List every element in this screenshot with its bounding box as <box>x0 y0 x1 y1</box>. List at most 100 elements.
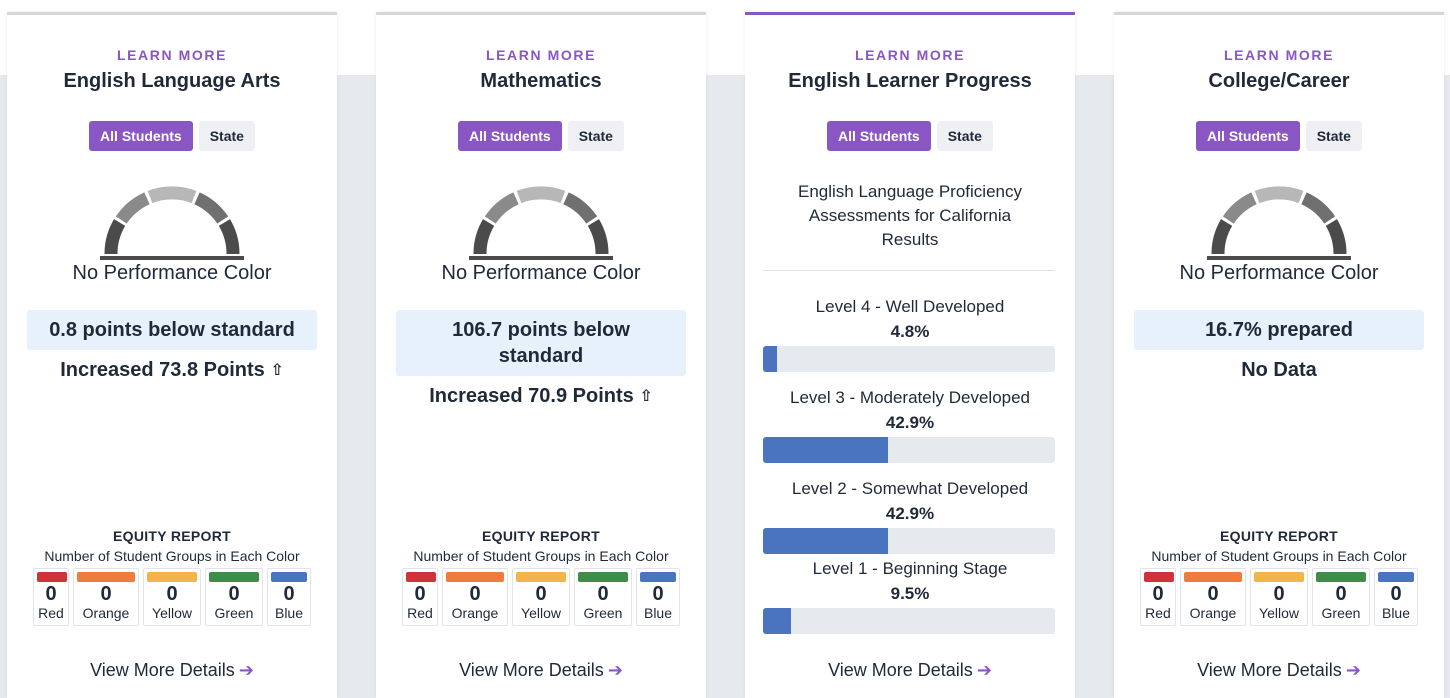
red-swatch <box>406 572 436 582</box>
performance-gauge-icon <box>1207 186 1351 260</box>
state-button[interactable]: State <box>936 121 993 151</box>
level-1-bar-fill <box>763 608 791 634</box>
details-text: View More Details <box>1197 660 1342 680</box>
equity-label: Yellow <box>1259 605 1299 621</box>
equity-yellow: 0 Yellow <box>512 568 570 626</box>
equity-label: Green <box>583 605 623 621</box>
card-title: English Learner Progress <box>788 70 1032 92</box>
equity-orange: 0 Orange <box>1180 568 1246 626</box>
all-students-button[interactable]: All Students <box>89 121 193 151</box>
equity-yellow: 0 Yellow <box>1250 568 1308 626</box>
equity-count: 0 <box>535 583 547 605</box>
equity-label: Green <box>1321 605 1361 621</box>
equity-color-counts: 0 Red 0 Orange 0 Yellow 0 Green 0 Blue <box>1114 568 1444 626</box>
blue-swatch <box>1378 572 1414 582</box>
green-swatch <box>209 572 259 582</box>
yellow-swatch <box>516 572 566 582</box>
change-indicator: Increased 73.8 Points ⇧ <box>7 359 337 382</box>
equity-report-subtitle: Number of Student Groups in Each Color <box>413 548 669 564</box>
equity-blue: 0 Blue <box>1374 568 1418 626</box>
learn-more-link[interactable]: LEARN MORE <box>745 47 1075 63</box>
performance-gauge-icon <box>469 186 613 260</box>
change-text: Increased 73.8 Points <box>60 359 265 381</box>
equity-green: 0 Green <box>1312 568 1370 626</box>
status-metric-line: standard <box>498 345 584 367</box>
equity-label: Red <box>1145 605 1171 621</box>
equity-label: Yellow <box>521 605 561 621</box>
state-button[interactable]: State <box>567 121 624 151</box>
learn-more-link[interactable]: LEARN MORE <box>1114 47 1444 63</box>
level-2-bar <box>763 528 1055 554</box>
level-1-percent: 9.5% <box>890 584 930 603</box>
performance-gauge-icon <box>100 186 244 260</box>
student-toggle: All Students State <box>376 121 706 151</box>
equity-count: 0 <box>166 583 178 605</box>
equity-count: 0 <box>1335 583 1347 605</box>
view-more-details-link[interactable]: View More Details ➔ <box>1114 660 1444 681</box>
divider <box>763 270 1055 271</box>
equity-red: 0 Red <box>33 568 69 626</box>
arrow-up-circle-icon: ⇧ <box>270 362 284 379</box>
view-more-details-link[interactable]: View More Details ➔ <box>376 660 706 681</box>
view-more-details-link[interactable]: View More Details ➔ <box>7 660 337 681</box>
equity-label: Blue <box>643 605 673 621</box>
arrow-right-icon: ➔ <box>1345 660 1361 680</box>
equity-report-title: EQUITY REPORT <box>113 528 231 544</box>
arrow-right-icon: ➔ <box>607 660 623 680</box>
equity-green: 0 Green <box>574 568 632 626</box>
equity-count: 0 <box>1152 583 1164 605</box>
orange-swatch <box>77 572 135 582</box>
equity-blue: 0 Blue <box>636 568 680 626</box>
equity-label: Red <box>407 605 433 621</box>
equity-label: Orange <box>82 605 130 621</box>
change-indicator: Increased 70.9 Points ⇧ <box>376 385 706 408</box>
equity-count: 0 <box>100 583 112 605</box>
view-more-details-link[interactable]: View More Details ➔ <box>745 660 1075 681</box>
performance-color-label: No Performance Color <box>72 262 272 284</box>
all-students-button[interactable]: All Students <box>827 121 931 151</box>
level-4-percent: 4.8% <box>890 322 930 341</box>
student-toggle: All Students State <box>7 121 337 151</box>
description-line: Assessments for California <box>808 206 1012 225</box>
indicator-card-elp: LEARN MORE English Learner Progress All … <box>745 12 1075 698</box>
equity-label: Yellow <box>152 605 192 621</box>
equity-label: Red <box>38 605 64 621</box>
equity-label: Orange <box>1189 605 1237 621</box>
status-metric-line: 106.7 points below <box>452 319 630 341</box>
equity-report-subtitle: Number of Student Groups in Each Color <box>1151 548 1407 564</box>
all-students-button[interactable]: All Students <box>1196 121 1300 151</box>
equity-red: 0 Red <box>1140 568 1176 626</box>
blue-swatch <box>271 572 307 582</box>
performance-color-label: No Performance Color <box>441 262 641 284</box>
level-2-name: Level 2 - Somewhat Developed <box>791 479 1029 498</box>
arrow-right-icon: ➔ <box>238 660 254 680</box>
learn-more-link[interactable]: LEARN MORE <box>7 47 337 63</box>
student-toggle: All Students State <box>745 121 1075 151</box>
indicator-card-college-career: LEARN MORE College/Career All Students S… <box>1114 12 1444 698</box>
equity-report-subtitle: Number of Student Groups in Each Color <box>44 548 300 564</box>
card-title: College/Career <box>1208 70 1350 92</box>
equity-count: 0 <box>1207 583 1219 605</box>
learn-more-link[interactable]: LEARN MORE <box>376 47 706 63</box>
level-3-bar <box>763 437 1055 463</box>
red-swatch <box>1144 572 1174 582</box>
green-swatch <box>1316 572 1366 582</box>
indicator-card-math: LEARN MORE Mathematics All Students Stat… <box>376 12 706 698</box>
equity-label: Orange <box>451 605 499 621</box>
assessment-description: English Language Proficiency Assessments… <box>775 180 1045 252</box>
state-button[interactable]: State <box>198 121 255 151</box>
all-students-button[interactable]: All Students <box>458 121 562 151</box>
equity-blue: 0 Blue <box>267 568 311 626</box>
level-2-bar-fill <box>763 528 889 554</box>
description-line: English Language Proficiency <box>798 182 1022 201</box>
red-swatch <box>37 572 67 582</box>
performance-color-label: No Performance Color <box>1179 262 1379 284</box>
equity-label: Blue <box>274 605 304 621</box>
equity-label: Green <box>214 605 254 621</box>
state-button[interactable]: State <box>1305 121 1362 151</box>
equity-label: Blue <box>1381 605 1411 621</box>
level-3-bar-fill <box>763 437 889 463</box>
details-text: View More Details <box>459 660 604 680</box>
equity-count: 0 <box>1273 583 1285 605</box>
level-4-bar-fill <box>763 346 778 372</box>
